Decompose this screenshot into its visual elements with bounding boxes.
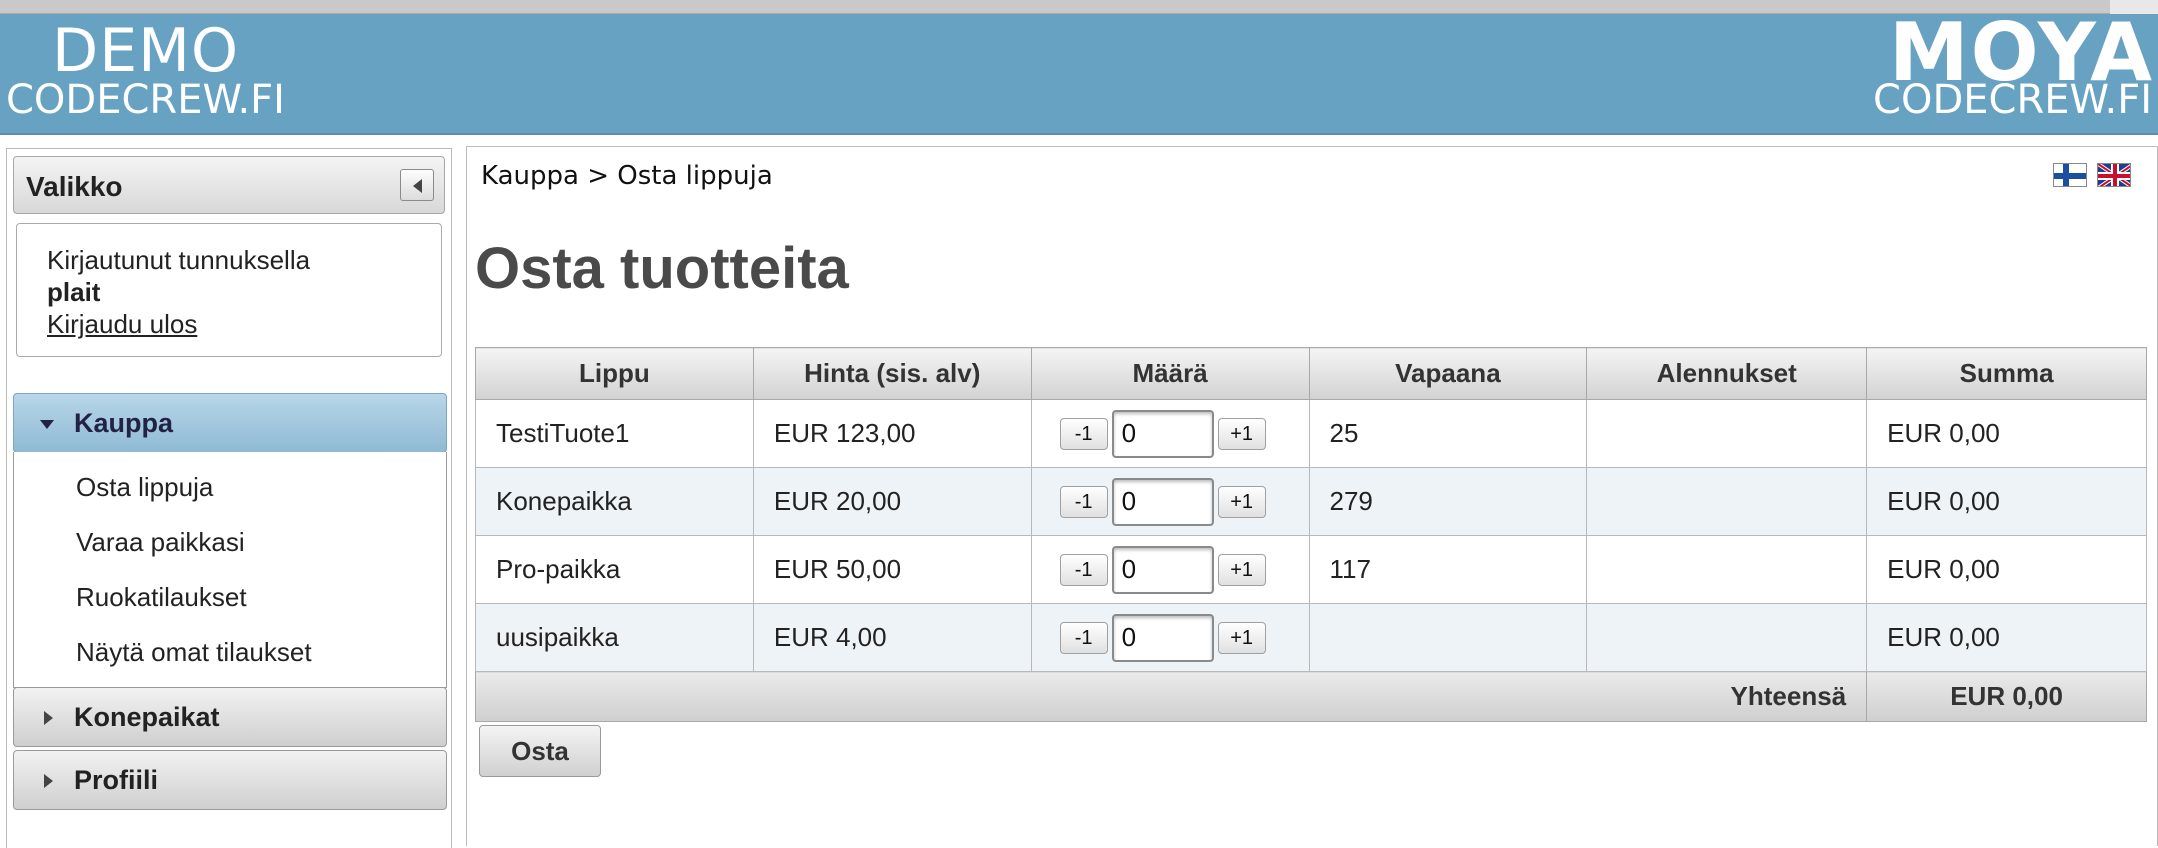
total-value: EUR 0,00 [1866,671,2147,722]
table-row: uusipaikka EUR 4,00 -1 +1 EUR 0,00 [475,603,2147,672]
sidebar-item-nayta-omat-tilaukset[interactable]: Näytä omat tilaukset [76,637,312,668]
product-sum: EUR 0,00 [1866,535,2147,604]
product-sum: EUR 0,00 [1866,603,2147,672]
sidebar-header: Valikko [13,156,445,214]
product-discounts [1586,535,1868,604]
fi-flag-icon[interactable] [2053,163,2087,187]
triangle-right-icon [44,774,53,788]
decrement-button[interactable]: -1 [1059,553,1108,586]
product-sum: EUR 0,00 [1866,467,2147,536]
window-top-strip [0,0,2158,14]
product-price: EUR 20,00 [752,467,1032,536]
quantity-input[interactable] [1111,545,1214,594]
triangle-left-icon [413,179,422,193]
page-title: Osta tuotteita [475,236,849,301]
flag-stripe [2054,173,2086,179]
sidebar-item-varaa-paikkasi[interactable]: Varaa paikkasi [76,527,245,558]
total-label: Yhteensä [474,671,1868,722]
triangle-down-icon [40,420,54,429]
sidebar-section-label: Profiili [74,765,159,795]
login-username: plait [47,277,101,307]
column-header-alennukset: Alennukset [1586,347,1868,400]
increment-button[interactable]: +1 [1217,485,1266,518]
product-price: EUR 123,00 [752,399,1032,468]
sidebar-title: Valikko [26,171,123,202]
product-available: 279 [1308,467,1588,536]
product-name: uusipaikka [475,603,754,672]
sidebar-section-kauppa-items: Osta lippuja Varaa paikkasi Ruokatilauks… [13,452,447,688]
site-header: DEMO CODECREW.FI MOYA CODECREW.FI [0,14,2158,133]
flag-stripe [2113,164,2117,186]
sidebar-collapse-button[interactable] [400,169,434,201]
increment-button[interactable]: +1 [1217,417,1266,450]
quantity-stepper: -1 +1 [1030,535,1310,604]
sidebar-section-label: Konepaikat [74,702,220,732]
logout-link[interactable]: Kirjaudu ulos [47,308,441,340]
product-available [1308,603,1588,672]
product-name: TestiTuote1 [475,399,754,468]
products-table: Lippu Hinta (sis. alv) Määrä Vapaana Ale… [474,347,2147,722]
login-info-box: Kirjautunut tunnuksella plait Kirjaudu u… [16,223,442,357]
quantity-stepper: -1 +1 [1030,603,1310,672]
triangle-right-icon [44,711,53,725]
product-price: EUR 50,00 [752,535,1032,604]
buy-button[interactable]: Osta [479,725,601,777]
increment-button[interactable]: +1 [1217,621,1266,654]
header-right-subtitle: CODECREW.FI [1873,77,2152,123]
quantity-input[interactable] [1111,477,1214,526]
login-status-text: Kirjautunut tunnuksella [47,245,311,275]
total-row: Yhteensä EUR 0,00 [474,671,2147,722]
sidebar-section-label: Kauppa [74,408,174,438]
gb-flag-icon[interactable] [2097,163,2131,187]
sidebar: Valikko Kirjautunut tunnuksella plait Ki… [6,148,452,848]
quantity-input[interactable] [1111,613,1214,662]
column-header-maara: Määrä [1030,347,1310,400]
product-price: EUR 4,00 [752,603,1032,672]
decrement-button[interactable]: -1 [1059,417,1108,450]
sidebar-section-konepaikat[interactable]: Konepaikat [13,687,447,747]
product-sum: EUR 0,00 [1866,399,2147,468]
decrement-button[interactable]: -1 [1059,485,1108,518]
quantity-input[interactable] [1111,409,1214,458]
product-discounts [1586,467,1868,536]
product-available: 117 [1308,535,1588,604]
header-left-subtitle: CODECREW.FI [6,77,285,123]
sidebar-section-profiili[interactable]: Profiili [13,750,447,810]
product-discounts [1586,603,1868,672]
flag-stripe [2063,164,2069,186]
product-name: Konepaikka [475,467,754,536]
header-divider [0,133,2158,135]
increment-button[interactable]: +1 [1217,553,1266,586]
table-row: Konepaikka EUR 20,00 -1 +1 279 EUR 0,00 [475,467,2147,536]
product-discounts [1586,399,1868,468]
table-row: TestiTuote1 EUR 123,00 -1 +1 25 EUR 0,00 [475,399,2147,468]
table-row: Pro-paikka EUR 50,00 -1 +1 117 EUR 0,00 [475,535,2147,604]
sidebar-item-osta-lippuja[interactable]: Osta lippuja [76,472,213,503]
column-header-hinta: Hinta (sis. alv) [752,347,1032,400]
quantity-stepper: -1 +1 [1030,399,1310,468]
table-header-row: Lippu Hinta (sis. alv) Määrä Vapaana Ale… [475,347,2147,400]
window-corner [2110,0,2158,14]
sidebar-item-ruokatilaukset[interactable]: Ruokatilaukset [76,582,247,613]
product-available: 25 [1308,399,1588,468]
column-header-lippu: Lippu [475,347,754,400]
column-header-vapaana: Vapaana [1308,347,1588,400]
quantity-stepper: -1 +1 [1030,467,1310,536]
breadcrumb: Kauppa > Osta lippuja [481,161,773,191]
column-header-summa: Summa [1866,347,2147,400]
main-content: Kauppa > Osta lippuja Osta tuotteita Lip… [466,146,2158,846]
sidebar-section-kauppa[interactable]: Kauppa [13,393,447,453]
decrement-button[interactable]: -1 [1059,621,1108,654]
product-name: Pro-paikka [475,535,754,604]
